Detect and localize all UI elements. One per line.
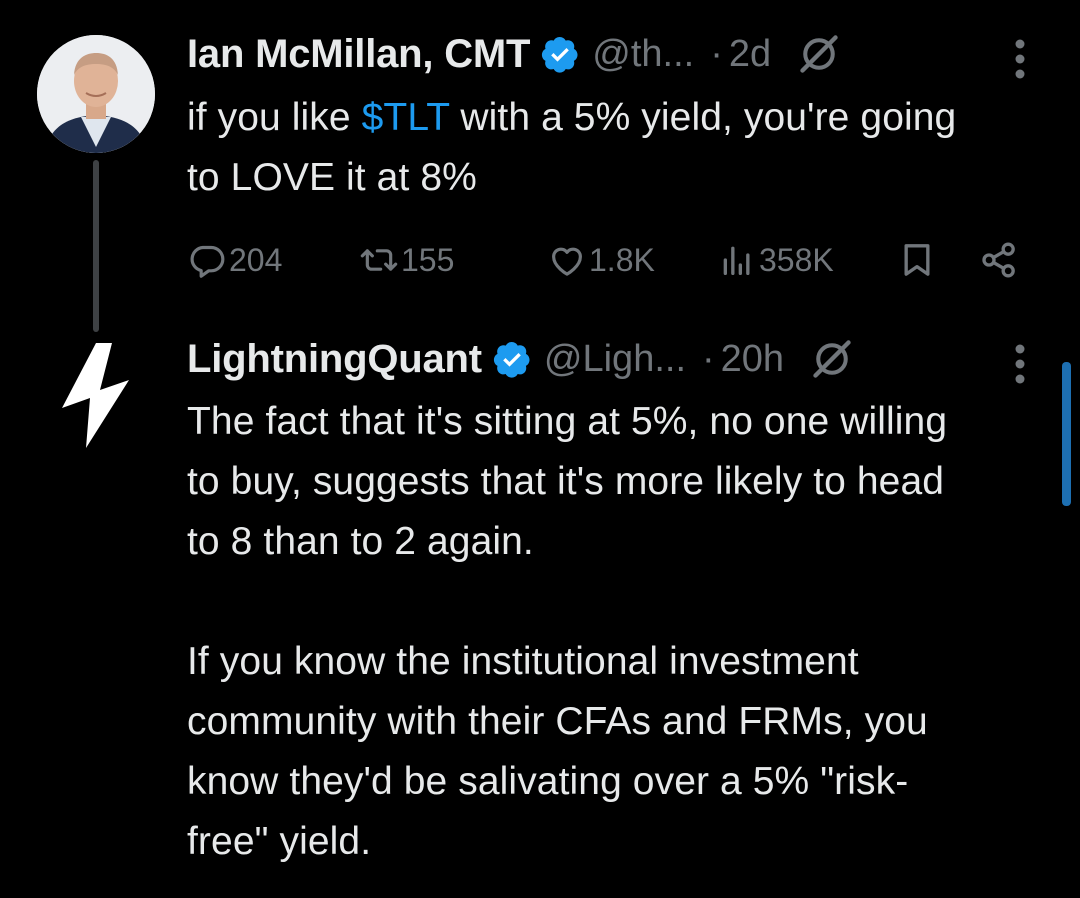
verified-badge-icon	[542, 37, 578, 73]
repost-icon	[360, 249, 398, 271]
tweet1-header: Ian McMillan, CMT @th... · 2d	[187, 24, 841, 84]
tweet2-separator: ·	[702, 337, 715, 380]
reply-icon	[190, 245, 225, 278]
bookmark-button[interactable]	[897, 232, 937, 288]
like-icon	[552, 247, 582, 276]
share-icon	[982, 242, 1015, 278]
like-button[interactable]: 1.8K	[547, 232, 655, 288]
tweet1-text: if you like $TLT with a 5% yield, you're…	[187, 88, 987, 208]
grok-icon[interactable]	[810, 337, 854, 381]
repost-button[interactable]: 155	[359, 232, 454, 288]
tweet1-action-bar: 204 155 1.8K 358K	[187, 232, 1027, 288]
views-count: 358K	[759, 241, 834, 278]
tweet2-paragraph-2: If you know the institutional investment…	[187, 640, 928, 863]
tweet2-timestamp[interactable]: 20h	[721, 338, 784, 381]
tweet2-paragraph-1: The fact that it's sitting at 5%, no one…	[187, 400, 948, 563]
share-button[interactable]	[979, 232, 1019, 288]
bookmark-icon	[904, 244, 930, 276]
tweet2-handle[interactable]: @Ligh...	[544, 338, 686, 381]
tweet2-text: The fact that it's sitting at 5%, no one…	[187, 392, 987, 872]
reply-count: 204	[229, 241, 283, 278]
cashtag-link[interactable]: $TLT	[362, 96, 450, 139]
tweet1-separator: ·	[710, 32, 723, 75]
tweet1-text-part: if you like	[187, 96, 362, 139]
tweet2-more-icon[interactable]	[1014, 343, 1026, 385]
avatar-ian-mcmillan[interactable]	[37, 35, 155, 153]
grok-icon[interactable]	[797, 32, 841, 76]
like-count: 1.8K	[589, 241, 655, 278]
tweet2-author-name[interactable]: LightningQuant	[187, 337, 482, 382]
verified-badge-icon	[493, 342, 530, 378]
lightning-bolt-avatar-icon[interactable]	[52, 340, 138, 450]
views-button[interactable]: 358K	[717, 232, 834, 288]
repost-count: 155	[401, 241, 455, 278]
views-icon	[723, 246, 750, 275]
tweet1-author-name[interactable]: Ian McMillan, CMT	[187, 32, 530, 77]
thread-connector-line	[93, 160, 99, 332]
scrollbar-thumb[interactable]	[1062, 362, 1071, 506]
tweet2-header: LightningQuant @Ligh... · 20h	[187, 329, 854, 389]
tweet1-more-icon[interactable]	[1014, 38, 1026, 80]
tweet1-handle[interactable]: @th...	[592, 33, 694, 76]
reply-button[interactable]: 204	[187, 232, 282, 288]
tweet1-timestamp[interactable]: 2d	[729, 33, 771, 76]
